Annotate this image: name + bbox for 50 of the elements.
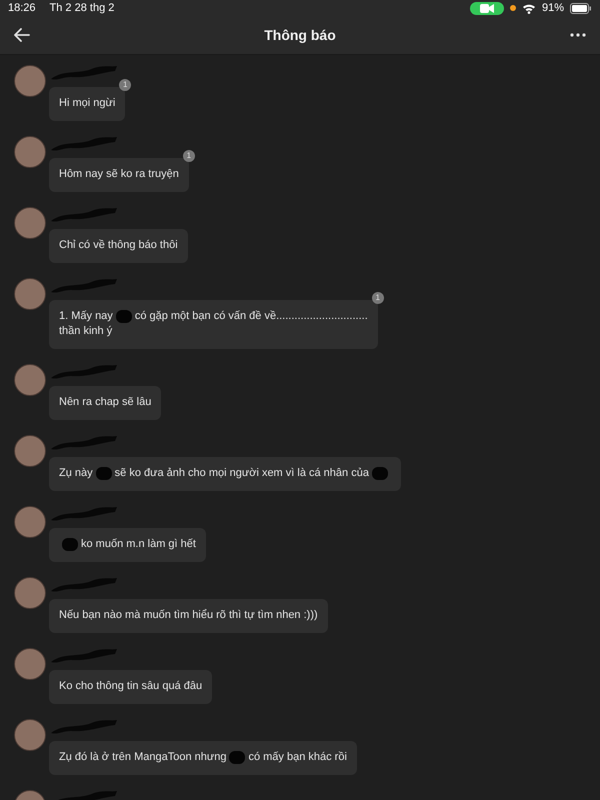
privacy-dot-icon [510,5,516,11]
avatar [14,577,46,609]
wifi-icon [522,2,536,14]
avatar [14,648,46,680]
redaction-scribble [49,435,119,451]
message-text: Nên ra chap sẽ lâu [59,395,152,410]
message-text: có gặp một bạn có vấn đề về.............................. [134,309,368,324]
redaction-scribble [49,506,119,522]
avatar [14,719,46,751]
redaction-scribble [49,648,119,664]
avatar [14,207,46,239]
message-text: Ko cho thông tin sâu quá đâu [59,679,202,694]
redaction-scribble [49,364,119,380]
avatar [14,136,46,168]
redaction-scribble [229,751,246,764]
more-icon [570,33,586,37]
battery-percent: 91% [542,2,564,14]
avatar [14,506,46,538]
message-text: Chỉ có về thông báo thôi [59,238,178,253]
message-text: Zụ này [59,466,93,481]
message-text: Nếu bạn nào mà muốn tìm hiểu rõ thì tự tìm nhen :))) [59,608,318,623]
battery-icon [570,2,592,14]
redaction-scribble [49,278,119,294]
read-count-badge: 1 [182,150,195,162]
avatar [14,364,46,396]
message-text: Zụ đó là ở trên MangaToon nhưng [59,750,226,765]
read-count-badge: 1 [119,79,132,91]
redaction-scribble [49,65,119,81]
redaction-scribble [116,310,132,323]
avatar [14,435,46,467]
message-text: sẽ ko đưa ảnh cho mọi người xem vì là cá nhân của [114,466,369,481]
status-time: 18:26 [8,2,36,14]
page-title: Thông báo [264,27,336,43]
status-date: Th 2 28 thg 2 [50,2,114,14]
redaction-scribble [49,207,119,223]
message-text: thần kinh ý [59,324,112,339]
message-text: có mấy bạn khác rồi [248,750,347,765]
message-text: 1. Mấy nay [59,309,113,324]
avatar [14,278,46,310]
redaction-scribble [49,719,119,735]
back-arrow-icon [14,28,30,42]
message-text: Hi mọi ngừi [59,96,116,111]
redaction-scribble [49,577,119,593]
redaction-scribble [96,467,112,480]
message-text: Hôm nay sẽ ko ra truyện [59,167,179,182]
redaction-scribble [49,136,119,152]
avatar [14,65,46,97]
message-text: ko muốn m.n làm gì hết [81,537,196,552]
camera-indicator-icon [470,2,504,14]
read-count-badge: 1 [372,292,384,304]
